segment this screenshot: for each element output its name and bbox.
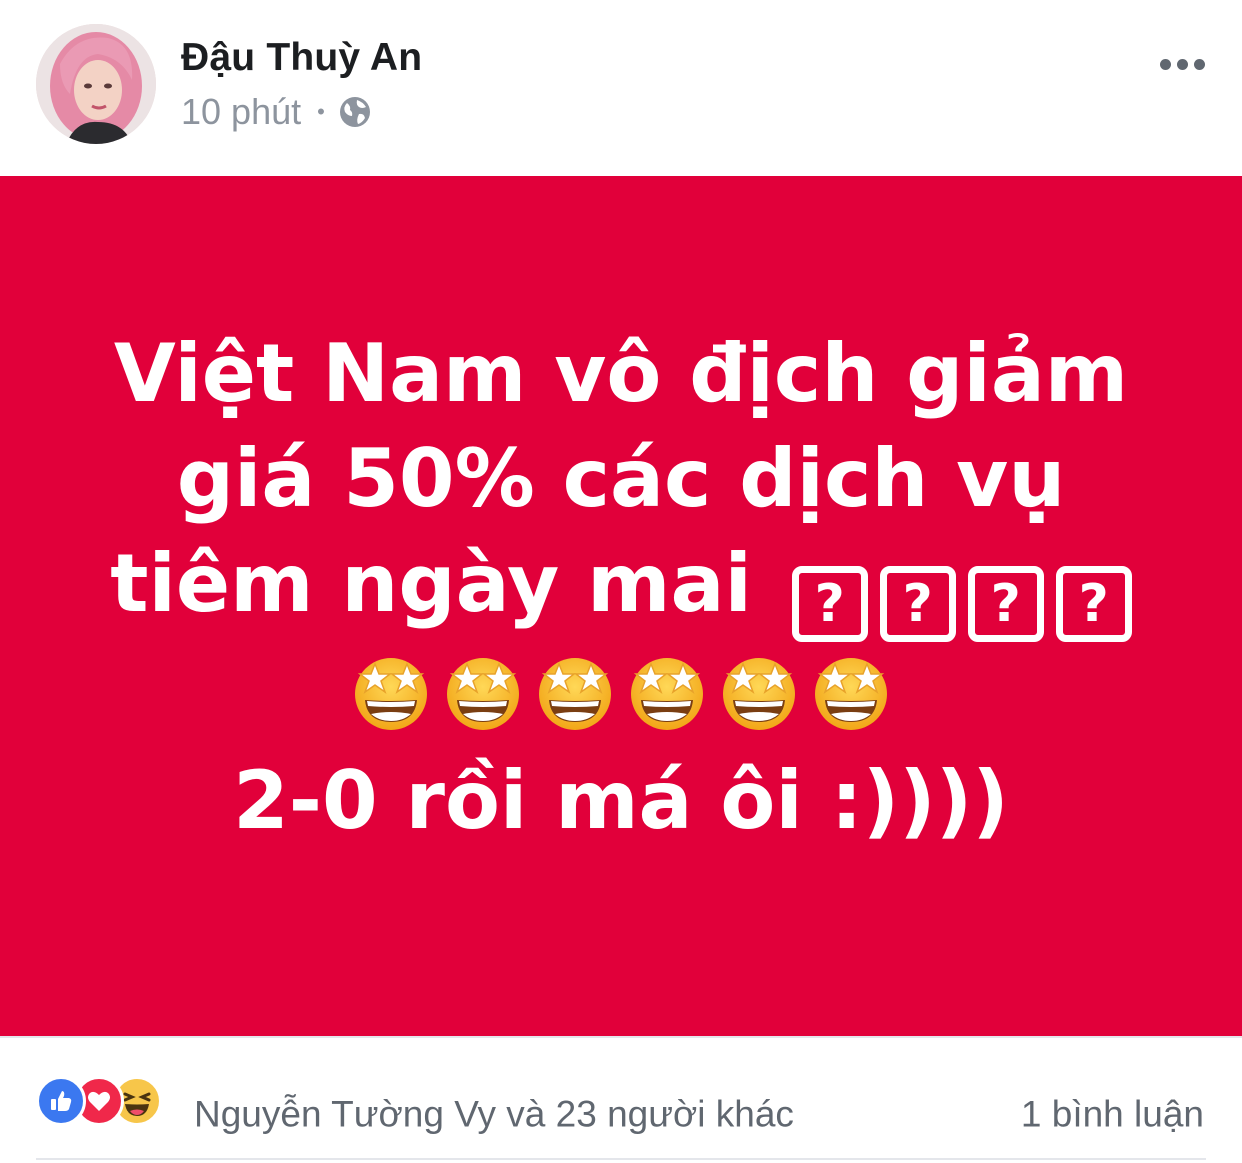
unknown-glyph-icon: ? xyxy=(791,566,868,642)
post-time[interactable]: 10 phút xyxy=(181,91,301,133)
status-background-card[interactable]: Việt Nam vô địch giảm giá 50% các dịch v… xyxy=(0,176,1242,1036)
avatar-image xyxy=(36,24,156,144)
post-meta: 10 phút • xyxy=(181,90,373,134)
post-header: Đậu Thuỳ An 10 phút • xyxy=(0,0,1242,176)
author-name[interactable]: Đậu Thuỳ An xyxy=(181,36,422,80)
meta-separator: • xyxy=(317,99,325,124)
more-dot-icon xyxy=(1176,58,1188,70)
unknown-glyph-icon: ? xyxy=(1055,566,1132,642)
globe-icon[interactable] xyxy=(337,94,373,130)
status-text: Việt Nam vô địch giảm giá 50% các dịch v… xyxy=(51,321,1191,853)
post-footer: Nguyễn Tường Vy và 23 người khác 1 bình … xyxy=(0,1038,1242,1163)
status-line-1: Việt Nam vô địch giảm xyxy=(113,327,1129,420)
star-struck-emoji-icon xyxy=(349,650,433,734)
bottom-divider xyxy=(36,1158,1206,1160)
star-struck-emoji-icon xyxy=(717,650,801,734)
status-line-3: tiêm ngày mai ???? xyxy=(51,531,1191,642)
unknown-glyph-icon: ? xyxy=(967,566,1044,642)
status-line-3-text: tiêm ngày mai xyxy=(110,537,752,630)
comment-count[interactable]: 1 bình luận xyxy=(1021,1096,1204,1133)
author-avatar[interactable] xyxy=(36,24,156,144)
reaction-icons[interactable] xyxy=(36,1076,162,1126)
star-struck-emoji-icon xyxy=(625,650,709,734)
more-dot-icon xyxy=(1193,58,1205,70)
star-struck-emoji-icon xyxy=(533,650,617,734)
emoji-row xyxy=(51,650,1191,734)
star-struck-emoji-icon xyxy=(809,650,893,734)
unknown-glyph-icon: ? xyxy=(879,566,956,642)
status-line-2: giá 50% các dịch vụ xyxy=(176,432,1066,525)
facebook-post: Đậu Thuỳ An 10 phút • Việt Nam vô địch g… xyxy=(0,0,1242,1163)
more-dot-icon xyxy=(1159,58,1171,70)
status-line-5: 2-0 rồi má ôi :)))) xyxy=(233,754,1009,847)
star-struck-emoji-icon xyxy=(441,650,525,734)
more-options-button[interactable] xyxy=(1150,44,1214,84)
like-icon xyxy=(36,1076,86,1126)
reaction-summary[interactable]: Nguyễn Tường Vy và 23 người khác xyxy=(194,1096,794,1133)
